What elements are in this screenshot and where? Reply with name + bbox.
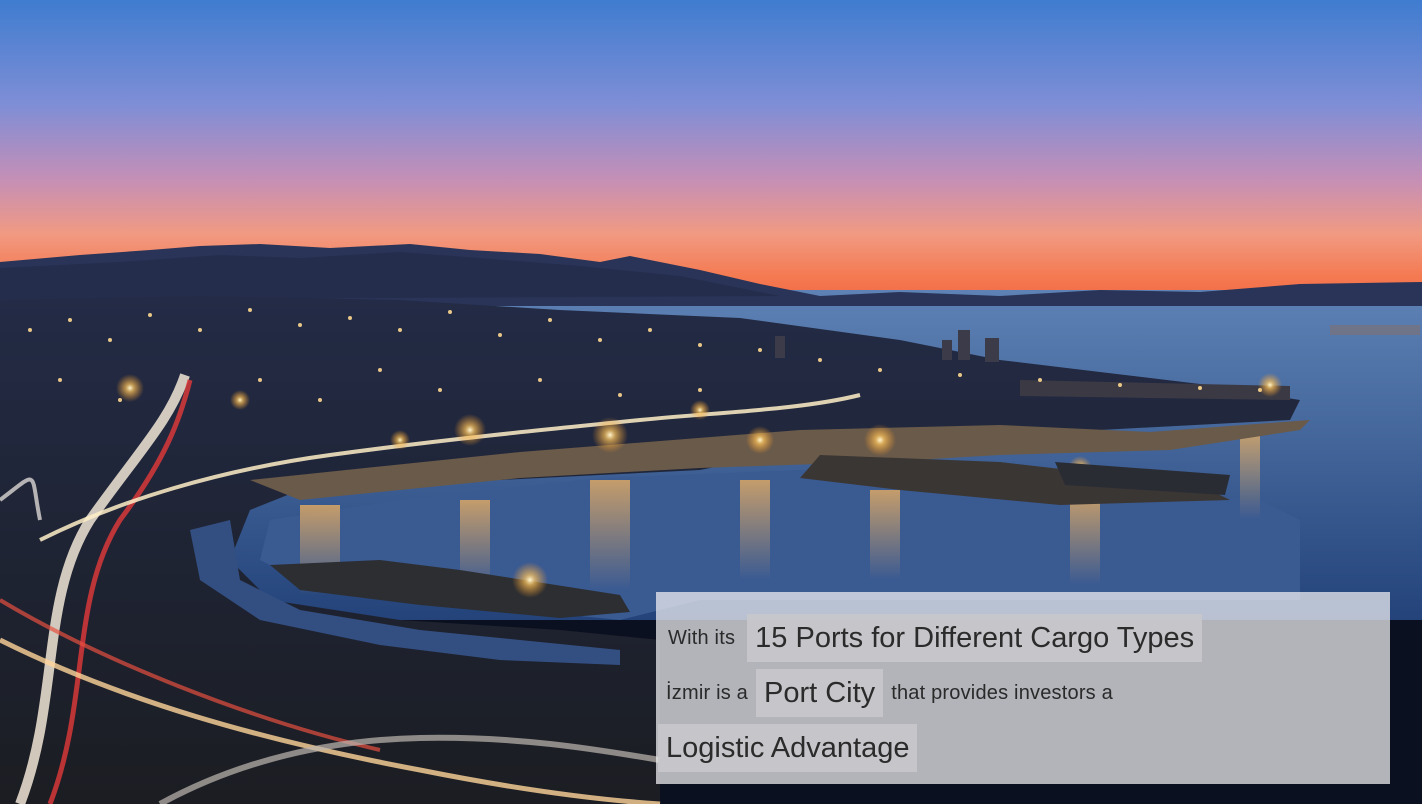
highlight-port-city: Port City — [756, 669, 884, 717]
caption-line-2: İzmir is a Port City that provides inves… — [666, 669, 1113, 717]
caption-line-3: Logistic Advantage — [658, 724, 918, 772]
caption-prefix-1: With its — [668, 626, 736, 649]
caption-panel: With its 15 Ports for Different Cargo Ty… — [656, 592, 1390, 784]
caption-line-1: With its 15 Ports for Different Cargo Ty… — [668, 614, 1203, 662]
highlight-logistic-advantage: Logistic Advantage — [658, 724, 918, 772]
highlight-ports: 15 Ports for Different Cargo Types — [747, 614, 1203, 662]
caption-suffix-2: that provides investors a — [891, 681, 1113, 704]
caption-prefix-2: İzmir is a — [666, 681, 748, 704]
